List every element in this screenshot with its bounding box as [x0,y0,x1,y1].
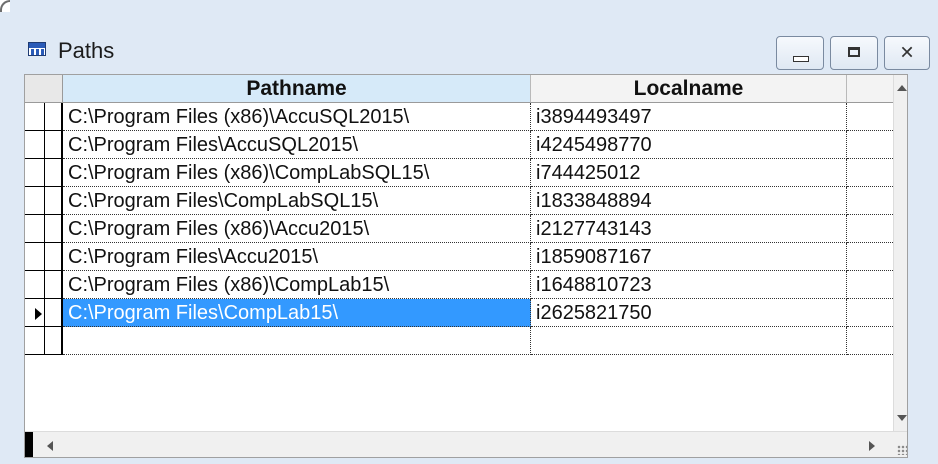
table-row[interactable]: C:\Program Files (x86)\CompLabSQL15\ i744… [25,159,907,187]
resize-grip-icon[interactable] [897,445,907,455]
table-row[interactable]: C:\Program Files (x86)\Accu2015\ i2127743… [25,215,907,243]
cell-localname[interactable]: i1859087167 [531,243,847,271]
window-frame: Paths ✕ Pathname Localname C:\Program Fi… [0,0,938,464]
cell-pathname[interactable]: C:\Program Files\AccuSQL2015\ [63,131,531,159]
row-selector[interactable] [25,299,63,327]
scroll-left-icon[interactable] [47,441,53,451]
table-row[interactable]: C:\Program Files (x86)\CompLab15\ i164881… [25,271,907,299]
column-header-localname[interactable]: Localname [531,75,847,103]
row-selector[interactable] [25,271,63,299]
minimize-button[interactable] [776,36,824,70]
cell-localname[interactable]: i2127743143 [531,215,847,243]
cell-pathname[interactable]: C:\Program Files\Accu2015\ [63,243,531,271]
header-row-indicator [25,75,63,103]
row-selector[interactable] [25,187,63,215]
cell-localname[interactable]: i1833848894 [531,187,847,215]
cell-localname[interactable]: i1648810723 [531,271,847,299]
cell-pathname[interactable]: C:\Program Files\CompLabSQL15\ [63,187,531,215]
cell-localname[interactable]: i2625821750 [531,299,847,327]
close-button[interactable]: ✕ [884,36,930,70]
cell-localname[interactable]: i744425012 [531,159,847,187]
cell-pathname[interactable]: C:\Program Files (x86)\CompLab15\ [63,271,531,299]
table-icon [28,42,46,56]
cell-pathname[interactable]: C:\Program Files\CompLab15\ [63,299,531,327]
vertical-scrollbar[interactable] [893,75,907,431]
table-row[interactable]: C:\Program Files\Accu2015\ i1859087167 [25,243,907,271]
column-header-pathname[interactable]: Pathname [63,75,531,103]
close-icon: ✕ [899,42,915,63]
cell-pathname[interactable]: C:\Program Files (x86)\AccuSQL2015\ [63,103,531,131]
cell-pathname[interactable]: C:\Program Files (x86)\Accu2015\ [63,215,531,243]
title-bar[interactable]: Paths ✕ [0,14,938,80]
row-selector[interactable] [25,243,63,271]
row-selector[interactable] [25,131,63,159]
row-selector[interactable] [25,103,63,131]
row-selector[interactable] [25,215,63,243]
scroll-up-icon[interactable] [897,85,907,91]
scroll-down-icon[interactable] [897,415,907,421]
table-row[interactable] [25,327,907,355]
row-selector[interactable] [25,159,63,187]
cell-pathname[interactable] [63,327,531,355]
cell-localname[interactable] [531,327,847,355]
current-row-arrow-icon [35,308,42,320]
minimize-icon [793,56,809,62]
table-row[interactable]: C:\Program Files\AccuSQL2015\ i4245498770 [25,131,907,159]
row-indicator-edge [25,432,33,457]
table-row[interactable]: C:\Program Files\CompLab15\ i2625821750 [25,299,907,327]
cell-pathname[interactable]: C:\Program Files (x86)\CompLabSQL15\ [63,159,531,187]
row-selector[interactable] [25,327,63,355]
grid-header: Pathname Localname [25,75,907,103]
table-row[interactable]: C:\Program Files (x86)\AccuSQL2015\ i3894… [25,103,907,131]
scroll-right-icon[interactable] [869,441,875,451]
horizontal-scrollbar[interactable] [25,431,907,457]
data-grid[interactable]: Pathname Localname C:\Program Files (x86… [24,74,908,458]
cell-localname[interactable]: i4245498770 [531,131,847,159]
maximize-icon [848,47,860,57]
window-title: Paths [58,38,115,63]
cell-localname[interactable]: i3894493497 [531,103,847,131]
maximize-button[interactable] [830,36,878,70]
table-row[interactable]: C:\Program Files\CompLabSQL15\ i183384889… [25,187,907,215]
